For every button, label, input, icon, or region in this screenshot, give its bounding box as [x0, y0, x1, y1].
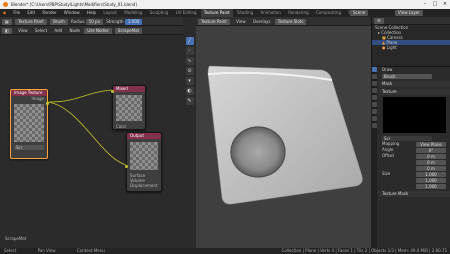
blender-logo-icon — [3, 2, 8, 7]
render-tab-icon[interactable] — [371, 74, 377, 79]
object-tab-icon[interactable] — [371, 109, 377, 114]
world-tab-icon[interactable] — [371, 102, 377, 107]
plane-mesh — [207, 65, 363, 205]
outliner-item-light[interactable]: ● Light — [372, 45, 450, 50]
tab-sculpting[interactable]: Sculpting — [147, 9, 172, 17]
menu-render[interactable]: Render — [39, 9, 59, 17]
blender-menu-icon[interactable]: ◆ — [0, 9, 9, 17]
node-header: Image Texture — [11, 90, 47, 96]
tool-tab-icon[interactable] — [371, 67, 377, 72]
texture-mask-section-header[interactable]: Texture Mask — [379, 191, 450, 197]
node-preview — [130, 142, 158, 170]
input-socket[interactable] — [111, 90, 114, 93]
node-preview — [116, 95, 142, 121]
window-title: Blender* [C:\Users\PBP\Study\Lights\Modi… — [11, 2, 137, 7]
menu-help[interactable]: Help — [84, 9, 99, 17]
tab-modeling[interactable]: Modeling — [121, 9, 145, 17]
node-input-displacement: Displacement — [130, 183, 158, 188]
mix-node[interactable]: Mixed Color — [111, 85, 146, 130]
node-header: Mixed — [113, 86, 145, 92]
mask-section-header[interactable]: Mask — [379, 81, 450, 87]
node-header: Output — [127, 133, 161, 139]
tab-rendering[interactable]: Rendering — [285, 9, 311, 17]
node-output-label: Color — [116, 124, 127, 129]
tab-uv-editing[interactable]: UV Editing — [173, 9, 200, 17]
image-name-field[interactable]: Scr — [14, 145, 44, 150]
draw-tool-icon[interactable]: ╱ — [185, 37, 194, 45]
texture-slots-selector[interactable]: Texture Slots — [274, 19, 307, 25]
node-title: Mixed — [116, 86, 128, 91]
brush-datablock[interactable]: Brush — [379, 73, 450, 79]
status-hint-context: Context Menu — [76, 248, 105, 253]
material-tab-icon[interactable] — [371, 123, 377, 128]
properties-tabs — [371, 66, 377, 248]
output-node[interactable]: Output Surface Volume Displacement — [125, 132, 162, 192]
mapping-dropdown: View Plane — [416, 141, 446, 147]
outliner-header: ☰ — [372, 17, 450, 25]
menu-edit[interactable]: Edit — [24, 9, 38, 17]
tab-texture-paint[interactable]: Texture Paint — [200, 9, 233, 17]
node-title: Output — [130, 133, 144, 138]
link-image-to-mix — [47, 89, 113, 103]
view-layer-tab-icon[interactable] — [371, 88, 377, 93]
maximize-button[interactable]: □ — [430, 0, 440, 9]
tab-shading[interactable]: Shading — [234, 9, 256, 17]
3d-viewport[interactable]: Texture Paint View Overlays Texture Slot… — [196, 17, 371, 248]
modifier-tab-icon[interactable] — [371, 116, 377, 121]
outliner: ☰ Scene Collection ▸ Collection ■ Camera… — [371, 17, 450, 66]
output-socket[interactable] — [46, 102, 49, 105]
outliner-type-icon[interactable]: ☰ — [374, 18, 384, 24]
status-hint-pan: Pan View — [37, 248, 56, 253]
texture-preview — [383, 97, 446, 133]
texture-section-header[interactable]: Texture — [379, 89, 450, 95]
menu-overlays[interactable]: Overlays — [250, 17, 274, 25]
title-bar: Blender* [C:\Users\PBP\Study\Lights\Modi… — [0, 0, 450, 9]
scene-selector[interactable]: Scene — [350, 9, 370, 17]
top-menu-bar: ◆ File Edit Render Window Help Layout Mo… — [0, 9, 450, 17]
annotate-tool-icon[interactable]: ✎ — [185, 97, 194, 105]
close-button[interactable]: × — [440, 0, 450, 9]
node-output-label: Image — [31, 96, 44, 101]
menu-window[interactable]: Window — [61, 9, 83, 17]
input-socket[interactable] — [125, 165, 128, 168]
smear-tool-icon[interactable]: ∿ — [185, 57, 194, 65]
image-preview — [14, 104, 44, 142]
plane-object — [207, 65, 363, 205]
tab-layout[interactable]: Layout — [100, 9, 120, 17]
minimize-button[interactable]: – — [420, 0, 430, 9]
status-hint-select: Select — [4, 248, 17, 253]
status-bar: Select Pan View Context Menu Collection … — [0, 248, 450, 254]
fill-tool-icon[interactable]: ▾ — [185, 77, 194, 85]
menu-view[interactable]: View — [233, 17, 249, 25]
angle-field: 0° — [416, 147, 446, 153]
properties-panel: Draw Brush Mask Texture Scr Mapping View… — [371, 66, 450, 248]
node-tree-name: ScrapeMat — [5, 236, 27, 241]
view-layer-selector[interactable]: View Layer — [395, 9, 425, 17]
output-tab-icon[interactable] — [371, 81, 377, 86]
viewport-mode-selector[interactable]: Texture Paint — [198, 19, 230, 25]
status-stats: Collection | Plane | Verts 4 | Faces 1 |… — [281, 248, 447, 253]
tool-strip: ╱ ◦ ∿ ⊙ ▾ ◐ ✎ — [183, 17, 196, 248]
node-title: Image Texture — [14, 90, 43, 95]
mask-tool-icon[interactable]: ◐ — [185, 87, 194, 95]
size-z-row[interactable]: 1.000 — [379, 183, 450, 189]
scene-tab-icon[interactable] — [371, 95, 377, 100]
soften-tool-icon[interactable]: ◦ — [185, 47, 194, 55]
clone-tool-icon[interactable]: ⊙ — [185, 67, 194, 75]
tab-compositing[interactable]: Compositing — [313, 9, 344, 17]
node-editor[interactable]: ▦ Texture Paint Brush Radius 50 px Stren… — [0, 17, 183, 248]
viewport-header: Texture Paint View Overlays Texture Slot… — [196, 17, 371, 26]
image-texture-node[interactable]: Image Texture Image Scr — [10, 89, 49, 159]
menu-file[interactable]: File — [10, 9, 23, 17]
tab-animation[interactable]: Animation — [258, 9, 284, 17]
